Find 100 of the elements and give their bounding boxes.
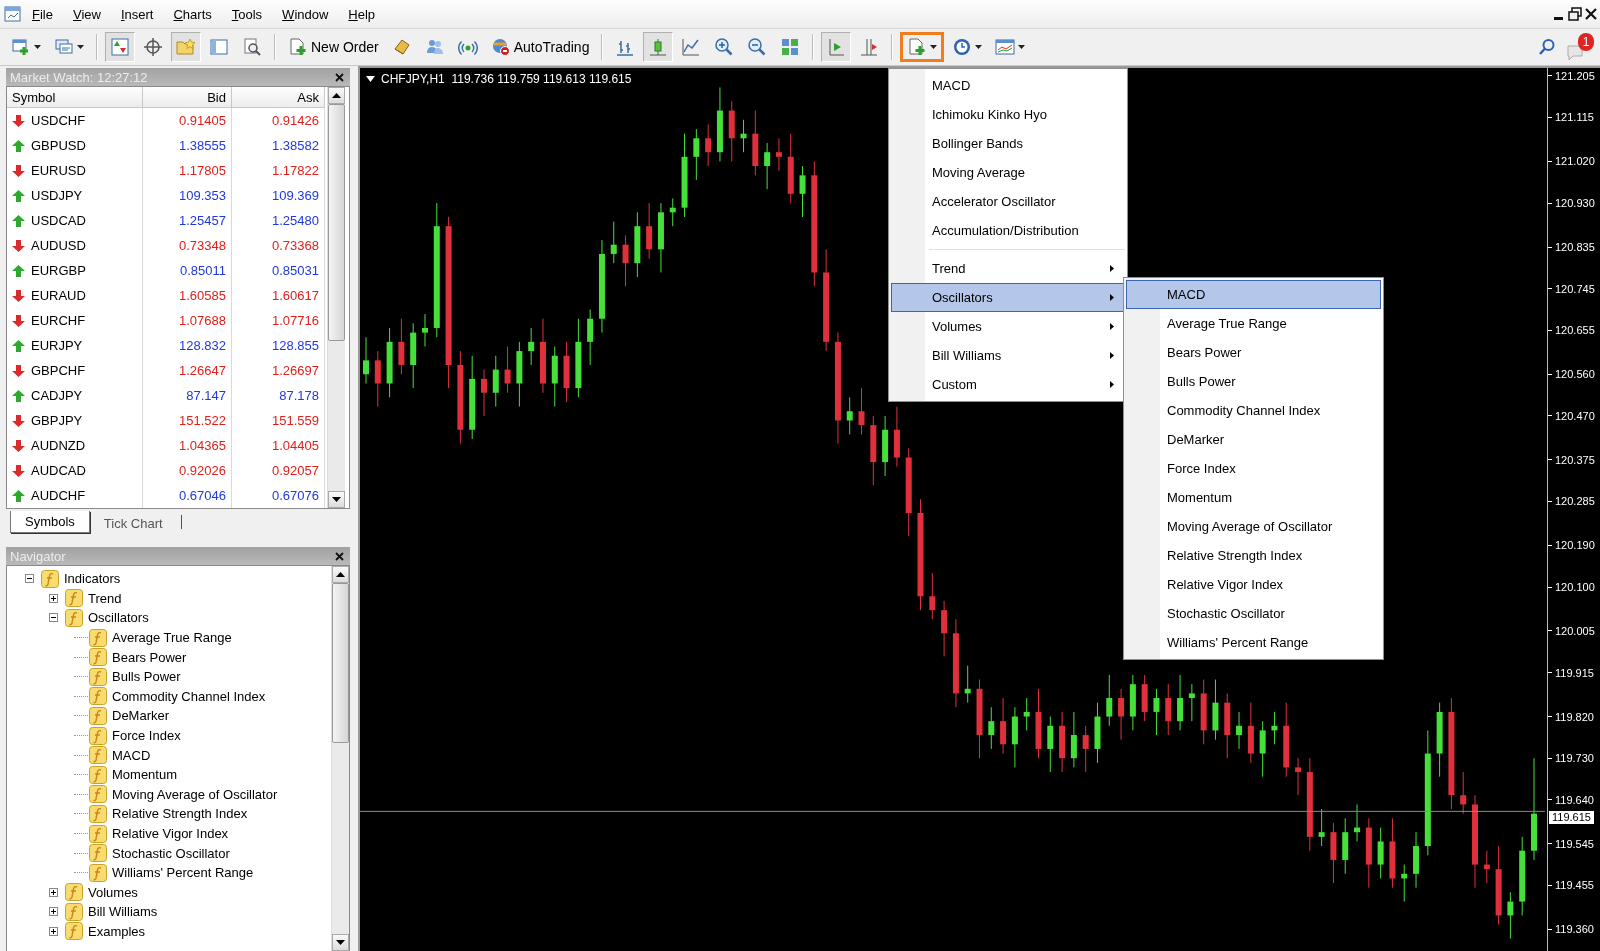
toolbar-button[interactable]: [105, 32, 135, 62]
menu-item[interactable]: Stochastic Oscillator: [1126, 599, 1381, 628]
tree-item[interactable]: DeMarker: [112, 708, 170, 724]
menu-item[interactable]: MACD: [891, 71, 1125, 100]
notifications-button[interactable]: 1: [1566, 33, 1594, 61]
menu-item[interactable]: Accelerator Oscillator: [891, 187, 1125, 216]
menu-item[interactable]: Bears Power: [1126, 338, 1381, 367]
tree-item[interactable]: Volumes: [88, 884, 138, 900]
column-header[interactable]: Bid: [143, 87, 232, 108]
menu-bar-item[interactable]: Insert: [110, 3, 164, 25]
bid-price: 1.60585: [143, 283, 232, 308]
scroll-down-button[interactable]: [332, 934, 349, 951]
menu-item[interactable]: Relative Strength Index: [1126, 541, 1381, 570]
menu-item[interactable]: Commodity Channel Index: [1126, 396, 1381, 425]
collapse-icon[interactable]: [48, 613, 58, 623]
toolbar-button[interactable]: [643, 32, 674, 62]
menu-item[interactable]: Bill Williams: [891, 341, 1125, 370]
menu-item[interactable]: Ichimoku Kinko Hyo: [891, 100, 1125, 129]
expand-icon[interactable]: [48, 907, 58, 917]
menu-item[interactable]: Williams' Percent Range: [1126, 628, 1381, 657]
expand-icon[interactable]: [48, 593, 58, 603]
menu-item[interactable]: MACD: [1126, 280, 1381, 309]
tree-item[interactable]: Moving Average of Oscillator: [112, 786, 278, 802]
tree-item[interactable]: Stochastic Oscillator: [112, 845, 230, 861]
function-icon: [89, 863, 107, 882]
function-icon: [41, 569, 59, 588]
menu-item[interactable]: Relative Vigor Index: [1126, 570, 1381, 599]
dropdown-triangle-icon[interactable]: [366, 76, 375, 82]
tree-item[interactable]: Trend: [88, 590, 122, 606]
tree-item[interactable]: Relative Strength Index: [112, 806, 248, 822]
tab[interactable]: Tick Chart: [89, 513, 177, 533]
close-icon[interactable]: [335, 72, 344, 82]
up-triangle-icon: [332, 93, 341, 98]
tree-item[interactable]: Average True Range: [112, 630, 232, 646]
menu-item[interactable]: Volumes: [891, 312, 1125, 341]
tree-item[interactable]: Commodity Channel Index: [112, 688, 266, 704]
menu-item[interactable]: Moving Average of Oscillator: [1126, 512, 1381, 541]
tab[interactable]: Symbols: [10, 511, 90, 533]
close-icon[interactable]: [1584, 7, 1598, 21]
scrollbar-thumb[interactable]: [332, 583, 349, 743]
menu-bar-item[interactable]: View: [62, 3, 111, 25]
candle: [481, 369, 487, 417]
menu-bar-item[interactable]: Tools: [221, 3, 273, 25]
caret-icon: [975, 45, 983, 49]
ask-price: 1.25480: [232, 208, 325, 233]
menu-item[interactable]: Trend: [891, 254, 1125, 283]
menu-item[interactable]: Force Index: [1126, 454, 1381, 483]
tree-item[interactable]: Examples: [88, 924, 146, 939]
tree-item[interactable]: Force Index: [112, 728, 181, 744]
toolbar-button[interactable]: AutoTrading: [485, 32, 595, 62]
scroll-down-button[interactable]: [328, 491, 345, 508]
symbol-name: EURGBP: [31, 263, 86, 278]
function-icon: [89, 726, 107, 745]
price-label: 120.745: [1555, 282, 1595, 295]
menu-item[interactable]: Accumulation/Distribution: [891, 216, 1125, 245]
menu-item[interactable]: DeMarker: [1126, 425, 1381, 454]
symbol-name: AUDNZD: [31, 438, 86, 453]
tree-item[interactable]: Momentum: [112, 767, 178, 783]
zoom-out-icon: [747, 37, 768, 57]
expand-icon[interactable]: [48, 927, 58, 936]
tree-item[interactable]: Indicators: [64, 571, 121, 587]
price-label: 120.375: [1555, 453, 1595, 466]
candle: [1177, 674, 1184, 731]
tree-item[interactable]: Relative Vigor Index: [112, 826, 229, 841]
scroll-up-button[interactable]: [332, 566, 349, 583]
menu-item[interactable]: Bulls Power: [1126, 367, 1381, 396]
candle: [587, 308, 594, 366]
menu-bar-item[interactable]: File: [22, 3, 63, 25]
function-icon: [89, 746, 107, 765]
tree-item[interactable]: Williams' Percent Range: [112, 865, 254, 881]
search-icon[interactable]: [1538, 38, 1556, 56]
menu-item[interactable]: Custom: [891, 370, 1125, 399]
tree-item[interactable]: Bears Power: [112, 649, 187, 665]
menu-bar-item[interactable]: Window: [272, 3, 339, 25]
column-header[interactable]: Ask: [232, 87, 325, 108]
candle: [646, 202, 653, 260]
close-icon[interactable]: [335, 551, 344, 561]
toolbar-button[interactable]: New Order: [283, 32, 384, 62]
menu-item[interactable]: Bollinger Bands: [891, 129, 1125, 158]
menu-item[interactable]: Average True Range: [1126, 309, 1381, 338]
tree-item[interactable]: Bulls Power: [112, 669, 181, 685]
tree-item[interactable]: Oscillators: [88, 610, 149, 626]
restore-icon[interactable]: [1568, 7, 1582, 21]
expand-icon[interactable]: [48, 887, 58, 897]
menu-bar-item[interactable]: Help: [338, 3, 386, 25]
collapse-icon[interactable]: [24, 574, 34, 584]
menu-item[interactable]: Moving Average: [891, 158, 1125, 187]
toolbar-button[interactable]: [900, 32, 945, 62]
scroll-up-button[interactable]: [328, 87, 345, 104]
tree-item[interactable]: MACD: [112, 747, 151, 763]
menu-item[interactable]: Momentum: [1126, 483, 1381, 512]
tree-item[interactable]: Bill Williams: [88, 904, 158, 920]
toolbar-button[interactable]: [821, 32, 852, 62]
symbol-name: AUDUSD: [31, 238, 86, 253]
chart-plus-icon: [11, 37, 31, 57]
scrollbar-thumb[interactable]: [328, 104, 345, 341]
price-label: 119.455: [1555, 879, 1594, 892]
column-header[interactable]: Symbol: [7, 87, 143, 108]
menu-bar-item[interactable]: Charts: [163, 3, 222, 25]
menu-item[interactable]: Oscillators: [891, 283, 1125, 312]
